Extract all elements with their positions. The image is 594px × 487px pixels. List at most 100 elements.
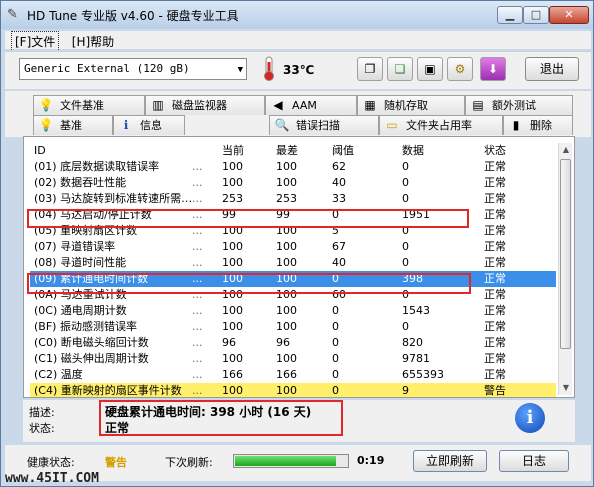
table-row[interactable]: (C2) 温度... 166 166 0 655393 正常 — [30, 367, 556, 383]
tab-extra-tests[interactable]: ▤ 额外测试 — [465, 95, 573, 115]
description-label: 描述: — [29, 406, 55, 419]
tab-folder-usage[interactable]: ▭ 文件夹占用率 — [379, 115, 503, 135]
scroll-down-icon[interactable]: ▼ — [559, 381, 573, 395]
maximize-button[interactable]: □ — [523, 6, 549, 24]
cell-status: 正常 — [484, 192, 506, 205]
tab-info[interactable]: ℹ 信息 — [113, 115, 185, 135]
refresh-now-button[interactable]: 立即刷新 — [413, 450, 487, 472]
erase-icon: ▮ — [512, 118, 520, 132]
cell-id: (C4) 重新映射的扇区事件计数 — [34, 384, 182, 397]
cell-id: (C0) 断电磁头缩回计数 — [34, 336, 149, 349]
table-header: ID 当前 最差 阈值 数据 状态 — [30, 143, 556, 159]
log-button[interactable]: 日志 — [499, 450, 569, 472]
next-refresh-label: 下次刷新: — [165, 456, 213, 469]
copy-screenshot-button[interactable]: ❏ — [387, 57, 413, 81]
table-row[interactable]: (C0) 断电磁头缩回计数... 96 96 0 820 正常 — [30, 335, 556, 351]
tab-erase[interactable]: ▮ 删除 — [503, 115, 573, 135]
drive-select[interactable]: Generic External (120 gB) ▼ — [19, 58, 247, 80]
menu-help[interactable]: [H]帮助 — [69, 32, 117, 51]
cell-worst: 253 — [276, 192, 297, 205]
column-header-current[interactable]: 当前 — [222, 143, 274, 159]
smart-table: ID 当前 最差 阈值 数据 状态 (01) 底层数据读取错误率... 100 10… — [30, 143, 556, 397]
chevron-down-icon: ▼ — [237, 65, 243, 75]
column-header-worst[interactable]: 最差 — [276, 143, 328, 159]
cell-data: 9 — [402, 384, 409, 397]
table-row[interactable]: (03) 马达旋转到标准转速所需…... 253 253 33 0 正常 — [30, 191, 556, 207]
cell-data: 820 — [402, 336, 423, 349]
copy-icon: ❐ — [364, 62, 376, 76]
vertical-scrollbar[interactable]: ▲ ▼ — [558, 143, 572, 395]
table-row[interactable]: (07) 寻道错误率... 100 100 67 0 正常 — [30, 239, 556, 255]
cell-data: 0 — [402, 192, 409, 205]
toolbar: Generic External (120 gB) ▼ 33℃ ❐ ❏ ▣ ⚙ … — [5, 51, 591, 89]
table-row[interactable]: (0C) 通电周期计数... 100 100 0 1543 正常 — [30, 303, 556, 319]
benchmark-icon: 💡 — [38, 118, 54, 132]
cell-dots: ... — [192, 320, 203, 333]
column-header-id[interactable]: ID — [34, 143, 200, 159]
cell-current: 100 — [222, 160, 243, 173]
cell-current: 100 — [222, 384, 243, 397]
minimize-button[interactable]: ▁ — [497, 6, 523, 24]
tab-aam[interactable]: ◀ AAM — [265, 95, 357, 115]
cell-status: 正常 — [484, 272, 506, 285]
cell-threshold: 40 — [332, 176, 346, 189]
extra-tests-icon: ▤ — [472, 98, 484, 112]
cell-current: 100 — [222, 176, 243, 189]
table-row[interactable]: (C1) 磁头伸出周期计数... 100 100 0 9781 正常 — [30, 351, 556, 367]
cell-id: (C2) 温度 — [34, 368, 83, 381]
cell-worst: 100 — [276, 160, 297, 173]
tab-random-access[interactable]: ▦ 随机存取 — [357, 95, 465, 115]
column-header-threshold[interactable]: 阈值 — [332, 143, 400, 159]
cell-data: 0 — [402, 256, 409, 269]
scroll-up-icon[interactable]: ▲ — [559, 143, 573, 157]
refresh-countdown: 0:19 — [357, 454, 385, 467]
cell-current: 100 — [222, 256, 243, 269]
options-button[interactable]: ⚙ — [447, 57, 473, 81]
cell-status: 正常 — [484, 224, 506, 237]
table-row[interactable]: (BF) 振动感测错误率... 100 100 0 0 正常 — [30, 319, 556, 335]
temperature-readout: 33℃ — [283, 63, 315, 77]
health-status-value: 警告 — [105, 456, 127, 469]
menu-file[interactable]: [F]文件 — [11, 31, 60, 52]
cell-id: (C1) 磁头伸出周期计数 — [34, 352, 149, 365]
info-icon: ℹ — [123, 118, 129, 132]
hdtune-app-icon: ✎ — [7, 7, 18, 22]
tab-benchmark[interactable]: 💡 基准 — [33, 115, 113, 135]
table-row[interactable]: (01) 底层数据读取错误率... 100 100 62 0 正常 — [30, 159, 556, 175]
cell-dots: ... — [192, 384, 203, 397]
copy-text-button[interactable]: ❐ — [357, 57, 383, 81]
cell-current: 100 — [222, 304, 243, 317]
cell-threshold: 62 — [332, 160, 346, 173]
exit-button[interactable]: 退出 — [525, 57, 579, 81]
thermometer-icon — [264, 56, 274, 81]
cell-id: (0C) 通电周期计数 — [34, 304, 127, 317]
cell-data: 9781 — [402, 352, 430, 365]
table-row[interactable]: (C4) 重新映射的扇区事件计数... 100 100 0 9 警告 — [30, 383, 556, 397]
file-benchmark-icon: 💡 — [38, 98, 54, 112]
cell-data: 1543 — [402, 304, 430, 317]
cell-threshold: 0 — [332, 368, 339, 381]
tab-file-benchmark[interactable]: 💡 文件基准 — [33, 95, 145, 115]
close-button[interactable]: ✕ — [549, 6, 589, 24]
cell-dots: ... — [192, 368, 203, 381]
tab-disk-monitor[interactable]: ▥ 磁盘监视器 — [145, 95, 265, 115]
cell-current: 100 — [222, 320, 243, 333]
download-button[interactable]: ⬇ — [480, 57, 506, 81]
column-header-status[interactable]: 状态 — [484, 143, 544, 159]
tab-error-scan[interactable]: 🔍 错误扫描 — [269, 115, 379, 135]
column-header-data[interactable]: 数据 — [402, 143, 482, 159]
cell-threshold: 0 — [332, 320, 339, 333]
folder-usage-icon: ▭ — [386, 118, 398, 132]
cell-data: 655393 — [402, 368, 444, 381]
table-row[interactable]: (08) 寻道时间性能... 100 100 40 0 正常 — [30, 255, 556, 271]
cell-worst: 100 — [276, 320, 297, 333]
download-arrow-icon: ⬇ — [487, 62, 499, 76]
watermark-text: www.45IT.COM — [5, 471, 99, 486]
save-button[interactable]: ▣ — [417, 57, 443, 81]
cell-data: 0 — [402, 240, 409, 253]
cell-current: 96 — [222, 336, 236, 349]
cell-status: 正常 — [484, 320, 506, 333]
table-row[interactable]: (02) 数据吞吐性能... 100 100 40 0 正常 — [30, 175, 556, 191]
cell-worst: 100 — [276, 352, 297, 365]
scrollbar-thumb[interactable] — [560, 159, 571, 349]
